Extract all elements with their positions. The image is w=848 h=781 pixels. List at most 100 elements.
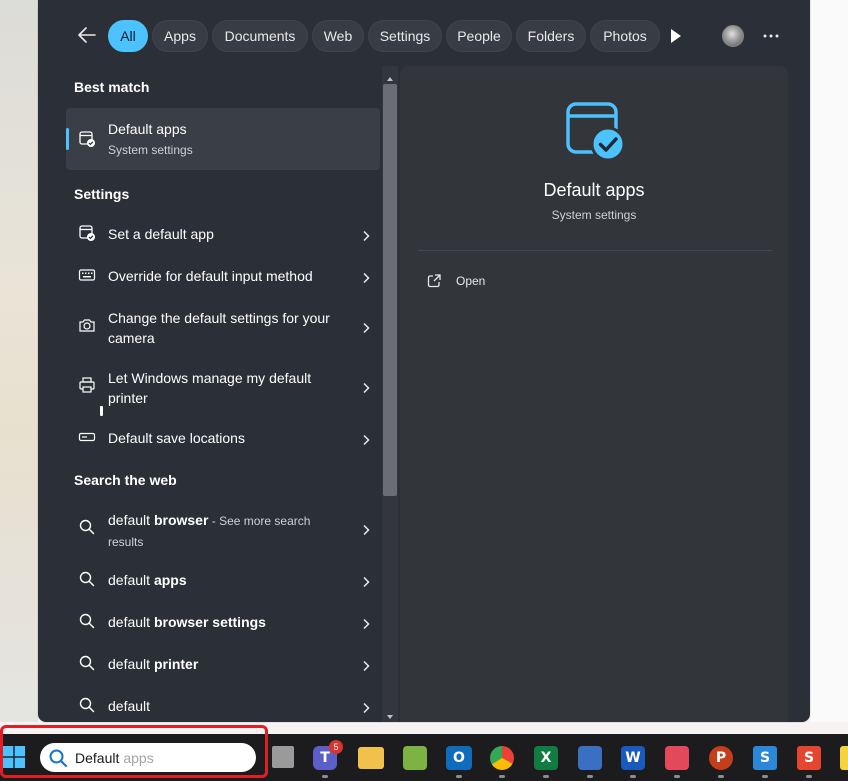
chevron-right-icon — [360, 229, 372, 242]
section-settings: Settings — [74, 186, 130, 202]
chevron-right-icon — [360, 321, 372, 334]
filter-people[interactable]: People — [446, 20, 512, 52]
running-indicator — [674, 775, 680, 778]
open-label: Open — [456, 274, 486, 288]
desktop-wallpaper-left — [0, 0, 38, 722]
settings-item-set-default-app[interactable]: Set a default app — [66, 222, 380, 246]
preview-title: Default apps — [543, 180, 645, 200]
filter-apps[interactable]: Apps — [152, 20, 208, 52]
web-item-default[interactable]: default — [66, 694, 380, 718]
chevron-right-icon — [360, 433, 372, 446]
best-match-default-apps[interactable]: Default apps System settings — [66, 108, 380, 170]
back-arrow-icon[interactable] — [76, 24, 98, 46]
section-best-match: Best match — [74, 79, 150, 95]
scroll-down-icon[interactable] — [386, 708, 394, 719]
filter-folders[interactable]: Folders — [516, 20, 586, 52]
running-indicator — [499, 775, 505, 778]
web-item-text: default browser settings — [108, 612, 348, 632]
web-item-default-browser[interactable]: default browser - See more search result… — [66, 508, 380, 552]
web-item-text: default browser - See more search result… — [108, 510, 348, 552]
sticky-notes-icon[interactable] — [840, 746, 848, 770]
chevron-right-icon — [360, 575, 372, 588]
filter-photos[interactable]: Photos — [590, 20, 660, 52]
more-options-icon[interactable] — [760, 25, 782, 47]
web-item-default-printer[interactable]: default printer — [66, 652, 380, 676]
camera-icon — [78, 316, 98, 336]
settings-item-manage-printer[interactable]: Let Windows manage my default printer — [66, 366, 380, 410]
search-highlight-box — [0, 725, 268, 778]
drive-icon — [78, 428, 98, 448]
web-item-bold: browser settings — [153, 614, 266, 630]
powerpoint-icon[interactable]: P — [709, 746, 733, 770]
text-cursor — [100, 406, 103, 416]
task-view-icon[interactable] — [272, 746, 294, 768]
results-scrollbar[interactable] — [382, 66, 398, 722]
search-icon — [78, 612, 98, 632]
settings-item-label: Set a default app — [108, 226, 214, 242]
search-icon — [78, 654, 98, 674]
web-item-bold: apps — [153, 572, 187, 588]
section-search-web: Search the web — [74, 472, 177, 488]
default-apps-large-icon — [564, 100, 626, 162]
excel-icon[interactable]: X — [534, 746, 558, 770]
chevron-right-icon — [360, 271, 372, 284]
outlook-icon[interactable]: O — [446, 746, 472, 770]
settings-item-label: Override for default input method — [108, 268, 313, 284]
web-item-prefix: default — [108, 698, 151, 714]
settings-item-camera-defaults[interactable]: Change the default settings for your cam… — [66, 306, 380, 350]
chevron-right-icon — [360, 701, 372, 714]
more-filters-arrow-icon[interactable] — [668, 27, 684, 45]
filter-documents[interactable]: Documents — [212, 20, 308, 52]
printer-icon — [78, 376, 98, 396]
filter-settings[interactable]: Settings — [368, 20, 442, 52]
settings-item-label: Default save locations — [108, 430, 245, 446]
settings-item-label: Let Windows manage my default printer — [108, 370, 312, 406]
running-indicator — [718, 775, 724, 778]
snipping-tool-icon[interactable] — [403, 746, 427, 770]
red-app-icon[interactable] — [665, 746, 689, 770]
running-indicator — [543, 775, 549, 778]
blue-s-app-icon[interactable]: S — [753, 746, 777, 770]
web-item-bold: printer — [153, 656, 199, 672]
web-item-prefix: default — [108, 512, 154, 528]
scroll-up-icon[interactable] — [386, 70, 394, 81]
web-item-default-apps[interactable]: default apps — [66, 568, 380, 592]
chevron-right-icon — [360, 523, 372, 536]
settings-item-save-locations[interactable]: Default save locations — [66, 426, 380, 450]
avatar[interactable] — [722, 25, 744, 47]
preview-divider — [418, 250, 772, 251]
web-item-text: default apps — [108, 570, 348, 590]
best-match-title: Default apps — [108, 121, 187, 137]
teams-badge: 5 — [329, 740, 343, 754]
selection-indicator — [66, 128, 69, 150]
word-icon[interactable]: W — [621, 746, 645, 770]
web-item-bold: browser — [153, 512, 209, 528]
web-item-default-browser-settings[interactable]: default browser settings — [66, 610, 380, 634]
default-apps-icon — [78, 130, 96, 148]
desktop-wallpaper-right — [810, 0, 848, 722]
running-indicator — [587, 775, 593, 778]
keyboard-icon — [78, 266, 98, 286]
web-item-prefix: default — [108, 656, 154, 672]
results-list: Best match Default apps System settings … — [38, 66, 382, 722]
running-indicator — [630, 775, 636, 778]
open-action[interactable]: Open — [426, 270, 485, 292]
chrome-icon[interactable] — [490, 746, 514, 770]
chevron-right-icon — [360, 381, 372, 394]
red-s-app-icon[interactable]: S — [797, 746, 821, 770]
running-indicator — [322, 775, 328, 778]
default-apps-icon — [78, 224, 98, 244]
filter-web[interactable]: Web — [312, 20, 364, 52]
preview-subtitle: System settings — [551, 208, 637, 222]
running-indicator — [456, 775, 462, 778]
search-panel: All Apps Documents Web Settings People F… — [38, 0, 810, 722]
file-explorer-icon[interactable] — [358, 747, 384, 769]
remote-desktop-icon[interactable] — [578, 746, 602, 770]
settings-item-override-input[interactable]: Override for default input method — [66, 264, 380, 288]
search-icon — [78, 570, 98, 590]
scroll-thumb[interactable] — [383, 84, 397, 496]
filter-all[interactable]: All — [108, 20, 148, 52]
web-item-text: default — [108, 696, 348, 716]
running-indicator — [762, 775, 768, 778]
best-match-subtitle: System settings — [108, 143, 193, 157]
